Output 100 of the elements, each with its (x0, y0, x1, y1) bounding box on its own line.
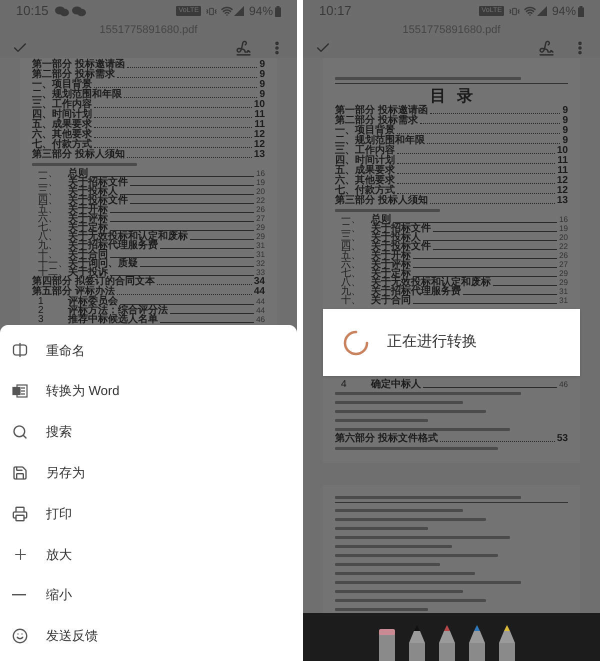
toc-entry: 一、项目背景 (335, 126, 395, 136)
section-number: 六、 (341, 260, 362, 269)
toc-entry: 五、成果要求 (32, 120, 92, 130)
page-number: 46 (256, 315, 265, 324)
signal-icon (536, 6, 547, 16)
page-number: 22 (559, 242, 568, 251)
page-number: 19 (559, 224, 568, 233)
section-number: 十二、 (38, 268, 68, 277)
page-number: 22 (256, 196, 265, 205)
toc-entry: 六、其他要求 (32, 130, 92, 140)
toc-entry: 四、时间计划 (32, 110, 92, 120)
page-number: 27 (559, 260, 568, 269)
page-number: 44 (256, 306, 265, 315)
menu-item[interactable]: 重命名 (0, 330, 297, 371)
pen-icon[interactable] (469, 625, 485, 661)
page-number: 12 (254, 130, 265, 140)
toc-entry: 关于招标文件 (371, 224, 431, 233)
page-number: 33 (256, 268, 265, 277)
section-number: 四、 (38, 196, 59, 205)
printer-icon (12, 506, 28, 522)
search-icon (12, 424, 28, 440)
save-icon (12, 464, 28, 481)
toc-entry: 第一部分 投标邀请函 (32, 60, 125, 70)
section-number: 九、 (38, 241, 59, 250)
toc-entry: 第四部分 拟签订的合同文本 (32, 277, 155, 287)
toc-entry: 关于评标 (371, 260, 411, 269)
page-number: 31 (559, 287, 568, 296)
signature-pen-icon[interactable] (235, 40, 252, 56)
page-number: 9 (259, 60, 265, 70)
page-number: 13 (556, 196, 568, 206)
section-number: 三、 (38, 187, 59, 196)
toc-entry: 四、时间计划 (335, 156, 395, 166)
signature-pen-icon[interactable] (538, 40, 555, 56)
menu-item[interactable]: 放大 (0, 534, 297, 575)
menu-item[interactable]: 缩小 (0, 574, 297, 616)
toc-entry: 关于评标 (68, 214, 108, 223)
toc-entry: 关于招标代理服务费 (371, 287, 461, 296)
toc-entry: 关于投标文件 (68, 196, 128, 205)
toc-heading: 目 录 (428, 86, 474, 106)
toc-entry: 总则 (68, 169, 88, 178)
pen-icon[interactable] (409, 625, 425, 661)
section-number: 六、 (38, 214, 59, 223)
section-number: 七、 (341, 269, 362, 278)
toc-entry: 一、项目背景 (32, 80, 92, 90)
toc-entry: 三、工作内容 (335, 146, 395, 156)
menu-item[interactable]: 搜索 (0, 412, 297, 452)
menu-item[interactable]: 发送反馈 (0, 616, 297, 656)
toc-entry: 关于招标代理服务费 (68, 241, 158, 250)
page-number: 16 (256, 169, 265, 178)
battery-icon (578, 6, 584, 16)
toc-entry: 第六部分 投标文件格式 (335, 434, 438, 444)
toc-entry: 关于开标 (371, 251, 411, 260)
menu-item[interactable]: 打印 (0, 493, 297, 534)
page-number: 32 (256, 259, 265, 268)
menu-item[interactable]: 转换为 Word (0, 370, 297, 412)
page-number: 31 (256, 250, 265, 259)
vibrate-icon (206, 6, 217, 16)
page-number: 9 (562, 136, 568, 146)
section-number: 八、 (38, 232, 59, 241)
section-number: 一、 (38, 169, 59, 178)
page-number: 46 (559, 380, 568, 389)
page-number: 44 (254, 287, 265, 297)
toc-entry: 关于开标 (68, 205, 108, 214)
page-number: 26 (256, 205, 265, 214)
section-number: 3 (38, 315, 45, 324)
page-number: 12 (254, 140, 265, 150)
section-number: 五、 (341, 251, 362, 260)
toc-entry: 关于合同 (371, 296, 411, 305)
chat-icon (72, 6, 86, 16)
toc-entry: 第二部分 投标需求 (335, 116, 418, 126)
progress-message: 正在进行转换 (387, 332, 477, 352)
smile-icon (12, 628, 28, 644)
toc-entry: 二、规划范围和年限 (32, 90, 122, 100)
page-number: 34 (254, 277, 265, 287)
page-number: 20 (256, 187, 265, 196)
page-number: 11 (557, 156, 568, 166)
pen-icon[interactable] (439, 625, 455, 661)
page-number: 10 (556, 146, 568, 156)
toc-entry: 第一部分 投标邀请函 (335, 106, 428, 116)
toc-entry: 关于定标 (371, 269, 411, 278)
page-number: 12 (556, 176, 568, 186)
page-number: 12 (556, 186, 568, 196)
section-number: 1 (38, 297, 45, 306)
page-number: 29 (559, 278, 568, 287)
section-number: 十、 (38, 250, 59, 259)
page-number: 29 (559, 269, 568, 278)
wifi-icon (220, 5, 233, 17)
battery-icon (275, 6, 281, 16)
toc-entry: 五、成果要求 (335, 166, 395, 176)
section-number: 二、 (341, 224, 362, 233)
page-number: 9 (259, 90, 265, 100)
section-number: 四、 (341, 242, 362, 251)
toc-entry: 第三部分 投标人须知 (32, 150, 125, 160)
toc-entry: 确定中标人 (371, 380, 421, 389)
toc-entry: 关于投诉 (68, 268, 108, 277)
toc-entry: 三、工作内容 (32, 100, 92, 110)
pen-icon[interactable] (499, 625, 515, 661)
menu-item[interactable]: 另存为 (0, 452, 297, 494)
page-number: 10 (254, 100, 265, 110)
section-number: 七、 (38, 223, 59, 232)
